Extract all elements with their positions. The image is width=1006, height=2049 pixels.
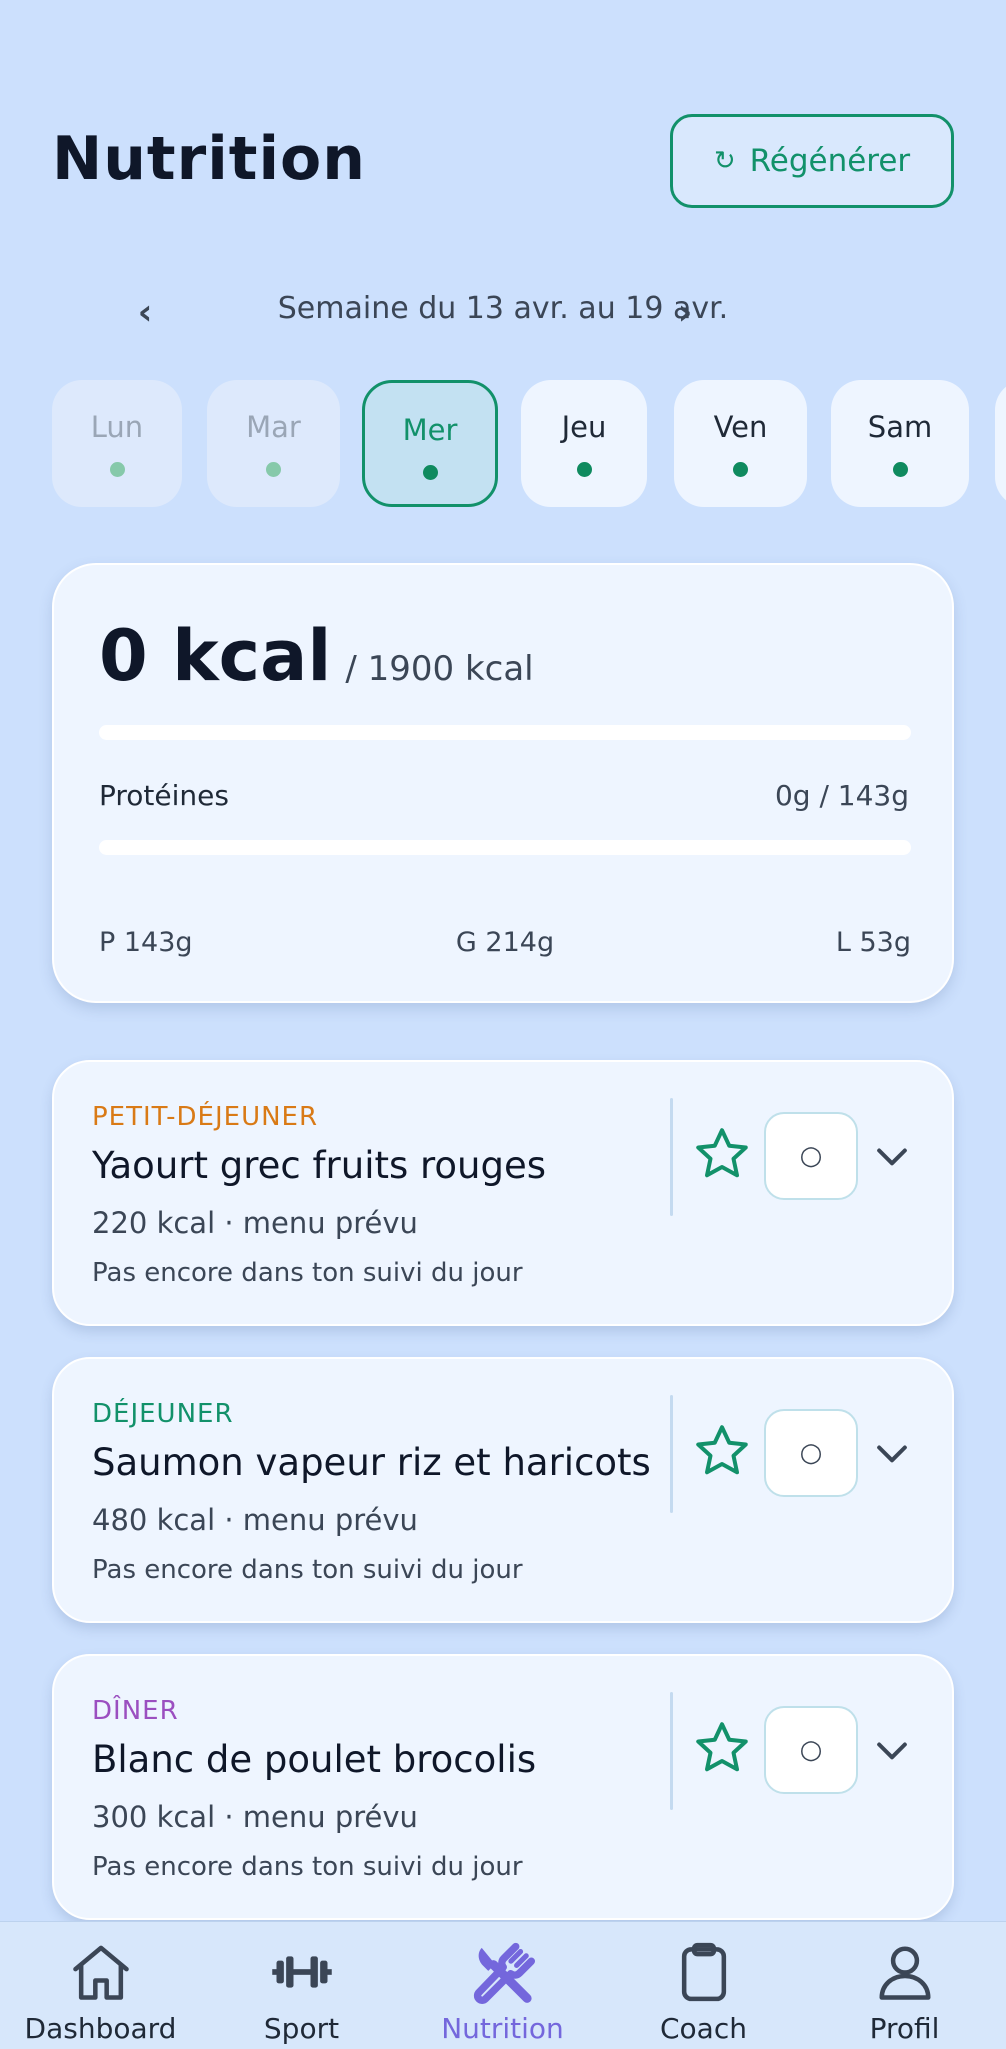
day-label: Mar — [246, 410, 301, 444]
day-status-dot — [576, 462, 592, 477]
user-icon — [879, 1946, 930, 2000]
kcal-progress-bar — [99, 725, 911, 740]
calorie-total: 0 kcal / 1900 kcal — [99, 615, 534, 697]
meal-name: Yaourt grec fruits rouges — [92, 1144, 547, 1187]
regenerate-label: Régénérer — [749, 143, 911, 179]
nav-label: Nutrition — [441, 2012, 564, 2045]
divider — [670, 1692, 673, 1810]
mark-eaten-checkbox[interactable]: ○ — [764, 1706, 858, 1794]
day-tab-lun[interactable]: Lun — [52, 380, 182, 507]
kcal-target: / 1900 kcal — [345, 649, 534, 689]
meal-kcal: 220 kcal · menu prévu — [92, 1206, 418, 1240]
day-status-dot — [266, 462, 281, 477]
day-tab-mar[interactable]: Mar — [207, 380, 340, 507]
mark-eaten-checkbox[interactable]: ○ — [764, 1409, 858, 1497]
nav-label: Coach — [660, 2012, 747, 2045]
utensils-icon — [473, 1942, 535, 2004]
nav-label: Dashboard — [24, 2012, 177, 2045]
chevron-down-icon[interactable] — [870, 1431, 914, 1475]
nav-item-sport[interactable]: Sport — [201, 1922, 402, 2049]
star-icon[interactable] — [692, 1718, 752, 1778]
nav-label: Sport — [263, 2012, 340, 2045]
divider — [670, 1395, 673, 1513]
regenerate-button[interactable]: ↻ Régénérer — [670, 114, 954, 208]
day-status-dot — [733, 462, 748, 477]
meal-card-lunch[interactable]: DÉJEUNER Saumon vapeur riz et haricots 4… — [52, 1357, 954, 1623]
bottom-navigation: Dashboard Sport Nutrition Coach Profil — [0, 1921, 1006, 2049]
page-header: Nutrition ↻ Régénérer — [52, 114, 954, 220]
macro-fat: L 53g — [835, 927, 911, 958]
refresh-icon: ↻ — [713, 146, 736, 176]
day-tab-ven[interactable]: Ven — [674, 380, 807, 507]
mark-eaten-checkbox[interactable]: ○ — [764, 1112, 858, 1200]
macro-protein: P 143g — [99, 927, 193, 958]
day-tab-mer[interactable]: Mer — [362, 380, 498, 507]
dumbbell-icon — [271, 1956, 332, 1988]
protein-progress-bar — [99, 840, 911, 855]
day-label: Jeu — [561, 410, 607, 444]
week-navigation: ‹ Semaine du 13 avr. au 19 avr. › — [52, 285, 954, 339]
meal-type-label: DÎNER — [92, 1696, 179, 1726]
day-tab-sam[interactable]: Sam — [831, 380, 969, 507]
meal-name: Blanc de poulet brocolis — [92, 1738, 537, 1781]
meal-name: Saumon vapeur riz et haricots — [92, 1441, 651, 1484]
nav-item-nutrition[interactable]: Nutrition — [402, 1922, 603, 2049]
daily-summary-card: 0 kcal / 1900 kcal Protéines 0g / 143g P… — [52, 563, 954, 1003]
nav-label: Profil — [869, 2012, 940, 2045]
day-selector: Lun Mar Mer Jeu Ven Sam — [52, 380, 1006, 510]
meal-type-label: DÉJEUNER — [92, 1399, 234, 1429]
day-label: Mer — [402, 413, 458, 447]
meal-card-dinner[interactable]: DÎNER Blanc de poulet brocolis 300 kcal … — [52, 1654, 954, 1920]
kcal-consumed: 0 kcal — [99, 615, 332, 697]
week-label: Semaine du 13 avr. au 19 avr. — [277, 291, 729, 326]
star-icon[interactable] — [692, 1124, 752, 1184]
meal-card-breakfast[interactable]: PETIT-DÉJEUNER Yaourt grec fruits rouges… — [52, 1060, 954, 1326]
meal-status: Pas encore dans ton suivi du jour — [92, 1258, 523, 1288]
day-label: Ven — [713, 410, 768, 444]
day-tab-partial[interactable] — [995, 380, 1006, 507]
day-status-dot — [892, 462, 908, 477]
protein-label: Protéines — [99, 779, 229, 812]
protein-value: 0g / 143g — [774, 779, 909, 812]
chevron-down-icon[interactable] — [870, 1728, 914, 1772]
meal-kcal: 300 kcal · menu prévu — [92, 1800, 418, 1834]
nav-item-profil[interactable]: Profil — [804, 1922, 1005, 2049]
home-icon — [72, 1945, 129, 2000]
macro-targets: P 143g G 214g L 53g — [99, 927, 911, 967]
nav-item-dashboard[interactable]: Dashboard — [0, 1922, 201, 2049]
page-title: Nutrition — [52, 124, 366, 194]
divider — [670, 1098, 673, 1216]
meal-type-label: PETIT-DÉJEUNER — [92, 1102, 319, 1132]
star-icon[interactable] — [692, 1421, 752, 1481]
meal-status: Pas encore dans ton suivi du jour — [92, 1555, 523, 1585]
nav-item-coach[interactable]: Coach — [603, 1922, 804, 2049]
day-label: Sam — [867, 410, 933, 444]
day-label: Lun — [90, 410, 144, 444]
meal-status: Pas encore dans ton suivi du jour — [92, 1852, 523, 1882]
day-status-dot — [109, 462, 125, 477]
macro-carbs: G 214g — [455, 927, 555, 958]
day-tab-jeu[interactable]: Jeu — [521, 380, 647, 507]
meal-kcal: 480 kcal · menu prévu — [92, 1503, 418, 1537]
chevron-down-icon[interactable] — [870, 1134, 914, 1178]
day-status-dot — [422, 465, 438, 480]
clipboard-icon — [681, 1942, 726, 2002]
next-week-button[interactable]: › — [658, 285, 712, 339]
